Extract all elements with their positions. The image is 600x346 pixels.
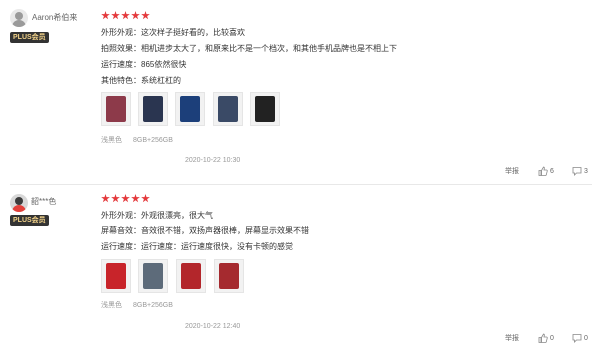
review-date: 2020-10-22 12:40 [185,323,241,330]
comment-icon[interactable] [572,333,582,343]
review-text-line: 其他特色：系统杠杠的 [101,76,181,85]
report-link[interactable]: 举报 [505,334,519,343]
like-count: 0 [550,335,554,342]
review-photo-thumbnail[interactable] [250,92,280,126]
like-count: 6 [550,168,554,175]
star-icon [121,11,130,20]
review-photo-thumbnail[interactable] [213,92,243,126]
review-photo-thumbnail[interactable] [101,92,131,126]
star-icon [141,11,150,20]
review-photo-thumbnail[interactable] [214,259,244,293]
review-photo-thumbnail[interactable] [175,92,205,126]
review-text-line: 外形外观：外观很漂亮，很大气 [101,211,213,220]
avatar[interactable] [10,194,28,212]
product-memory: 8GB+256GB [133,302,173,309]
comment-count: 0 [584,335,588,342]
product-color: 浅黑色 [101,137,122,144]
plus-member-badge: PLUS会员 [10,32,49,43]
star-icon [111,11,120,20]
product-color: 浅黑色 [101,302,122,309]
review-item: 韶***色 PLUS会员 外形外观：外观很漂亮，很大气 屏幕音效：音效很不错，双… [0,185,600,346]
star-icon [101,194,110,203]
star-icon [111,194,120,203]
star-icon [101,11,110,20]
review-text-line: 拍照效果：相机进步太大了，和原来比不是一个档次，和其他手机品牌也是不相上下 [101,44,397,53]
report-link[interactable]: 举报 [505,167,519,176]
star-icon [131,194,140,203]
rating-stars [101,11,151,21]
star-icon [121,194,130,203]
thumbs-up-icon[interactable] [538,333,548,343]
review-text-line: 运行速度：865依然很快 [101,60,187,69]
review-text-line: 运行速度：运行速度：运行速度很快，没有卡顿的感觉 [101,242,293,251]
review-date: 2020-10-22 10:30 [185,157,241,164]
comment-count: 3 [584,168,588,175]
product-memory: 8GB+256GB [133,137,173,144]
comment-icon[interactable] [572,166,582,176]
plus-member-badge: PLUS会员 [10,215,49,226]
star-icon [131,11,140,20]
review-photo-thumbnail[interactable] [138,259,168,293]
review-text-line: 屏幕音效：音效很不错，双扬声器很棒，屏幕显示效果不错 [101,226,309,235]
review-photo-thumbnail[interactable] [138,92,168,126]
username[interactable]: Aaron希伯来 [32,13,77,23]
review-item: Aaron希伯来 PLUS会员 外形外观：这次样子挺好看的，比较喜欢 拍照效果：… [0,0,600,182]
avatar[interactable] [10,9,28,27]
review-photo-thumbnail[interactable] [101,259,131,293]
thumbs-up-icon[interactable] [538,166,548,176]
review-photo-thumbnail[interactable] [176,259,206,293]
star-icon [141,194,150,203]
username[interactable]: 韶***色 [31,197,56,207]
rating-stars [101,194,151,204]
review-text-line: 外形外观：这次样子挺好看的，比较喜欢 [101,28,245,37]
